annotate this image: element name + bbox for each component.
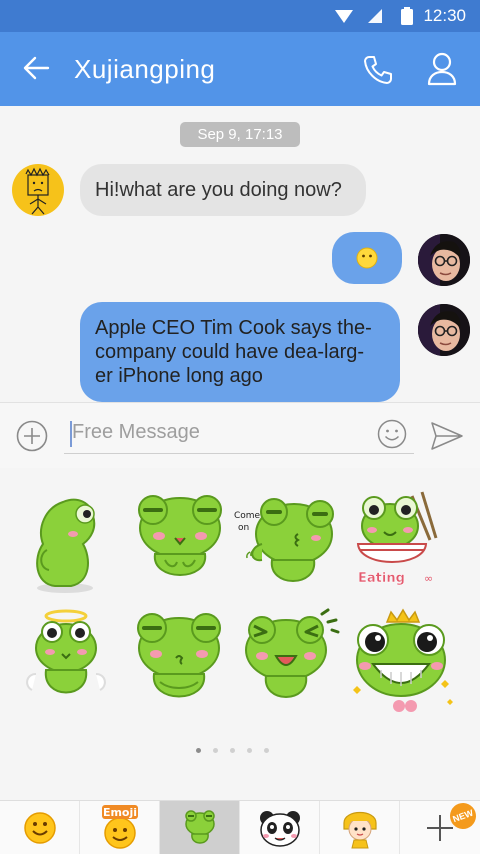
sticker-caption-eating: Eating — [358, 571, 405, 586]
wifi-icon — [335, 10, 353, 23]
contact-avatar[interactable] — [12, 164, 64, 216]
tab-girl-stickers[interactable] — [320, 801, 400, 854]
frog-sticker-laughing[interactable] — [236, 608, 346, 718]
page-dot[interactable] — [213, 748, 218, 753]
message-text: Hi!what are you doing now? — [95, 179, 342, 201]
emoji-tab-label: Emoji — [102, 806, 136, 819]
frog-sticker-come-on[interactable]: Come on — [232, 488, 342, 598]
frog-sticker-pouting[interactable] — [124, 608, 234, 718]
back-arrow-icon[interactable] — [22, 54, 50, 82]
smiley-icon — [23, 811, 56, 844]
sticker-panel: Come on Eating ∞ — [0, 468, 480, 800]
contact-profile-icon[interactable] — [427, 52, 457, 86]
signal-icon — [368, 9, 382, 23]
outgoing-message-bubble[interactable]: Apple CEO Tim Cook says the- company cou… — [80, 302, 400, 402]
emoji-pack-icon: Emoji — [101, 804, 138, 849]
frog-sticker-angel[interactable] — [22, 608, 132, 718]
status-bar: 12:30 — [0, 0, 480, 32]
conversation-header: Xujiangping — [0, 32, 480, 106]
user-photo-icon — [418, 304, 470, 356]
emoji-picker-icon[interactable] — [377, 419, 407, 449]
message-input-placeholder: Free Message — [72, 421, 200, 443]
sticker-caption-on: on — [238, 523, 249, 533]
sticker-category-tabs: Emoji NEW — [0, 799, 480, 854]
contact-name: Xujiangping — [74, 54, 216, 84]
tab-panda-stickers[interactable] — [240, 801, 320, 854]
outgoing-emoji-bubble[interactable] — [332, 232, 402, 284]
user-photo-icon — [418, 234, 470, 286]
frog-sticker-shy[interactable] — [125, 488, 235, 598]
page-dot[interactable] — [196, 748, 201, 753]
my-avatar[interactable] — [418, 304, 470, 356]
tab-add-more[interactable]: NEW — [400, 799, 480, 854]
sticker-page-indicator — [190, 740, 275, 758]
clock: 12:30 — [423, 6, 466, 25]
panda-pack-icon — [259, 810, 300, 847]
add-attachment-icon[interactable] — [16, 420, 48, 452]
doodle-face-icon — [25, 167, 50, 215]
my-avatar[interactable] — [418, 234, 470, 286]
new-badge-label: NEW — [451, 807, 475, 825]
girl-pack-icon — [342, 811, 377, 848]
date-chip: Sep 9, 17:13 — [180, 122, 300, 147]
phone-icon[interactable] — [362, 54, 394, 86]
message-line: er iPhone long ago — [95, 365, 263, 387]
message-input[interactable]: Free Message — [64, 415, 414, 454]
frog-pack-icon — [184, 809, 215, 844]
message-line: company could have dea-larg- — [95, 341, 365, 363]
send-icon[interactable] — [430, 421, 464, 451]
tab-emoji[interactable]: Emoji — [80, 801, 160, 854]
sticker-caption-come: Come — [234, 511, 261, 521]
page-dot[interactable] — [247, 748, 252, 753]
message-line: Apple CEO Tim Cook says the- — [95, 317, 372, 339]
message-list[interactable]: Sep 9, 17:13 Hi!what are you doing now? — [0, 106, 480, 402]
frog-sticker-king[interactable] — [347, 608, 457, 718]
page-dot[interactable] — [230, 748, 235, 753]
frog-sticker-eating[interactable]: Eating ∞ — [350, 488, 460, 598]
message-composer: Free Message — [0, 402, 480, 470]
tab-smiley[interactable] — [0, 801, 80, 854]
sticker-caption-ellipsis: ∞ — [424, 572, 433, 585]
tab-frog-stickers[interactable] — [160, 801, 240, 854]
page-dot[interactable] — [264, 748, 269, 753]
battery-icon — [401, 7, 413, 25]
neutral-face-emoji-icon — [356, 247, 378, 269]
incoming-message-bubble[interactable]: Hi!what are you doing now? — [80, 164, 366, 216]
frog-sticker-side[interactable] — [25, 488, 135, 598]
